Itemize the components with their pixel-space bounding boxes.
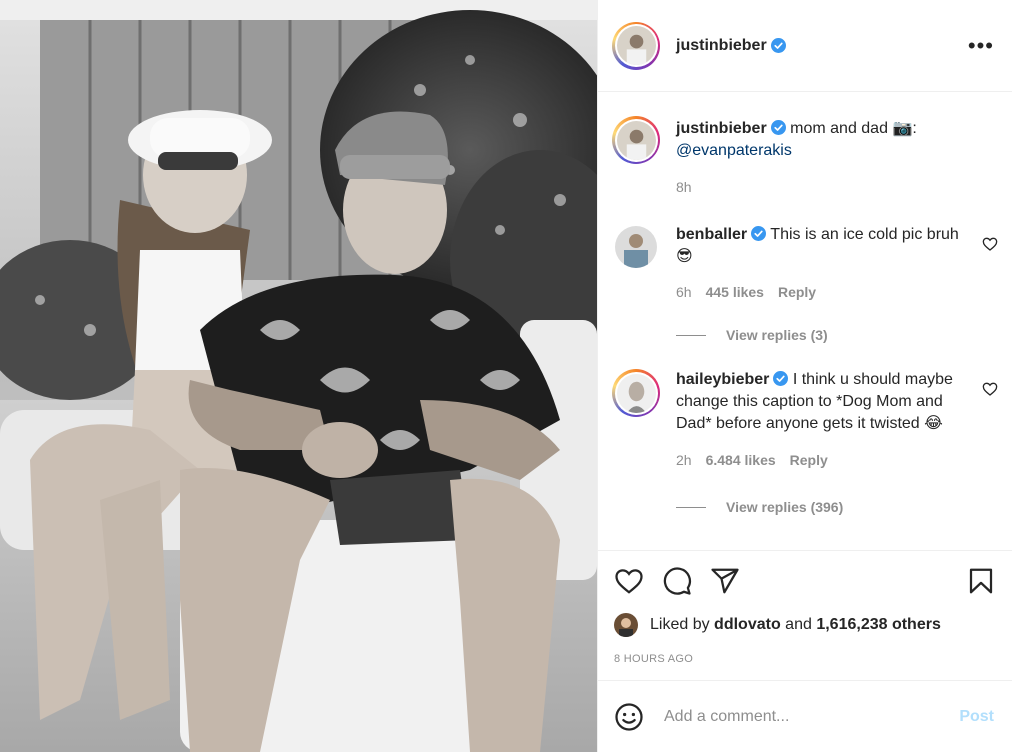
commenter-avatar[interactable] [615, 226, 657, 268]
comment-icon[interactable] [662, 566, 692, 596]
liker-avatar[interactable] [614, 613, 638, 637]
instagram-post: justinbieber ••• justinbieber mom and da… [0, 0, 1012, 752]
comment-likes[interactable]: 6.484 likes [706, 449, 776, 471]
emoji-icon[interactable] [614, 702, 644, 732]
camera-emoji: 📷 [892, 120, 913, 137]
comment-likes[interactable]: 445 likes [706, 281, 764, 303]
post-photo[interactable] [0, 0, 597, 752]
caption-story-ring[interactable] [612, 116, 660, 164]
comment-emoji: 😂 [924, 415, 943, 432]
commenter-avatar [616, 373, 656, 413]
comments-list: justinbieber mom and dad 📷: @evanpaterak… [598, 92, 1012, 550]
post-button[interactable]: Post [959, 708, 994, 726]
verified-icon [770, 120, 786, 135]
comment-time[interactable]: 6h [676, 281, 692, 303]
comment-like-icon[interactable] [982, 381, 998, 397]
caption-mention[interactable]: @evanpaterakis [676, 142, 792, 159]
comment-meta: 2h 6.484 likes Reply [676, 449, 968, 471]
photo-illustration [0, 0, 597, 752]
story-ring[interactable] [612, 21, 660, 70]
share-icon[interactable] [710, 566, 740, 596]
caption-avatar [616, 120, 656, 160]
heart-icon[interactable] [614, 566, 644, 596]
comment-input[interactable] [664, 707, 960, 726]
action-bar [614, 563, 996, 599]
comment-row: haileybieber I think u should maybe chan… [612, 369, 998, 471]
view-replies-button[interactable]: View replies (3) [676, 327, 998, 343]
comment-row: benballer This is an ice cold pic bruh 😎… [612, 224, 998, 303]
reply-button[interactable]: Reply [790, 449, 828, 471]
caption-username[interactable]: justinbieber [676, 120, 767, 137]
commenter-story-ring[interactable] [612, 369, 660, 417]
more-icon[interactable]: ••• [968, 34, 994, 57]
post-timestamp[interactable]: 8 HOURS AGO [614, 653, 996, 665]
replies-divider [676, 506, 706, 508]
likes-others[interactable]: 1,616,238 others [816, 616, 941, 634]
caption-meta: 8h [676, 176, 968, 198]
bookmark-icon[interactable] [966, 566, 996, 596]
view-replies-button[interactable]: View replies (396) [676, 499, 998, 515]
verified-icon [773, 371, 789, 386]
caption-text: mom and dad [790, 120, 888, 137]
caption-content: justinbieber mom and dad 📷: @evanpaterak… [676, 118, 998, 198]
reply-button[interactable]: Reply [778, 281, 816, 303]
author-username[interactable]: justinbieber [676, 37, 767, 55]
first-liker[interactable]: ddlovato [714, 616, 781, 634]
likes-and: and [785, 616, 812, 633]
caption-time[interactable]: 8h [676, 176, 692, 198]
comment-username[interactable]: haileybieber [676, 371, 769, 388]
verified-icon [751, 226, 767, 241]
comment-time[interactable]: 2h [676, 449, 692, 471]
post-sidebar: justinbieber ••• justinbieber mom and da… [597, 0, 1012, 752]
likes-summary: Liked by ddlovato and 1,616,238 others [614, 613, 996, 637]
comment-composer: Post [598, 680, 1012, 752]
comment-meta: 6h 445 likes Reply [676, 281, 968, 303]
caption-colon: : [912, 120, 917, 137]
comment-emoji: 😎 [676, 248, 693, 265]
comment-username[interactable]: benballer [676, 226, 747, 243]
view-replies-label: View replies (396) [726, 499, 844, 515]
caption: justinbieber mom and dad 📷: @evanpaterak… [612, 116, 998, 198]
view-replies-label: View replies (3) [726, 327, 828, 343]
comment-content: benballer This is an ice cold pic bruh 😎… [676, 224, 998, 303]
post-actions-area: Liked by ddlovato and 1,616,238 others 8… [598, 550, 1012, 680]
comment-text: This is an ice cold pic bruh [770, 226, 959, 243]
post-header: justinbieber ••• [598, 0, 1012, 92]
comment-like-icon[interactable] [982, 236, 998, 252]
replies-divider [676, 334, 706, 336]
author-avatar [616, 26, 656, 65]
likes-prefix: Liked by [650, 616, 710, 633]
verified-icon [770, 38, 786, 53]
comment-content: haileybieber I think u should maybe chan… [676, 369, 998, 471]
